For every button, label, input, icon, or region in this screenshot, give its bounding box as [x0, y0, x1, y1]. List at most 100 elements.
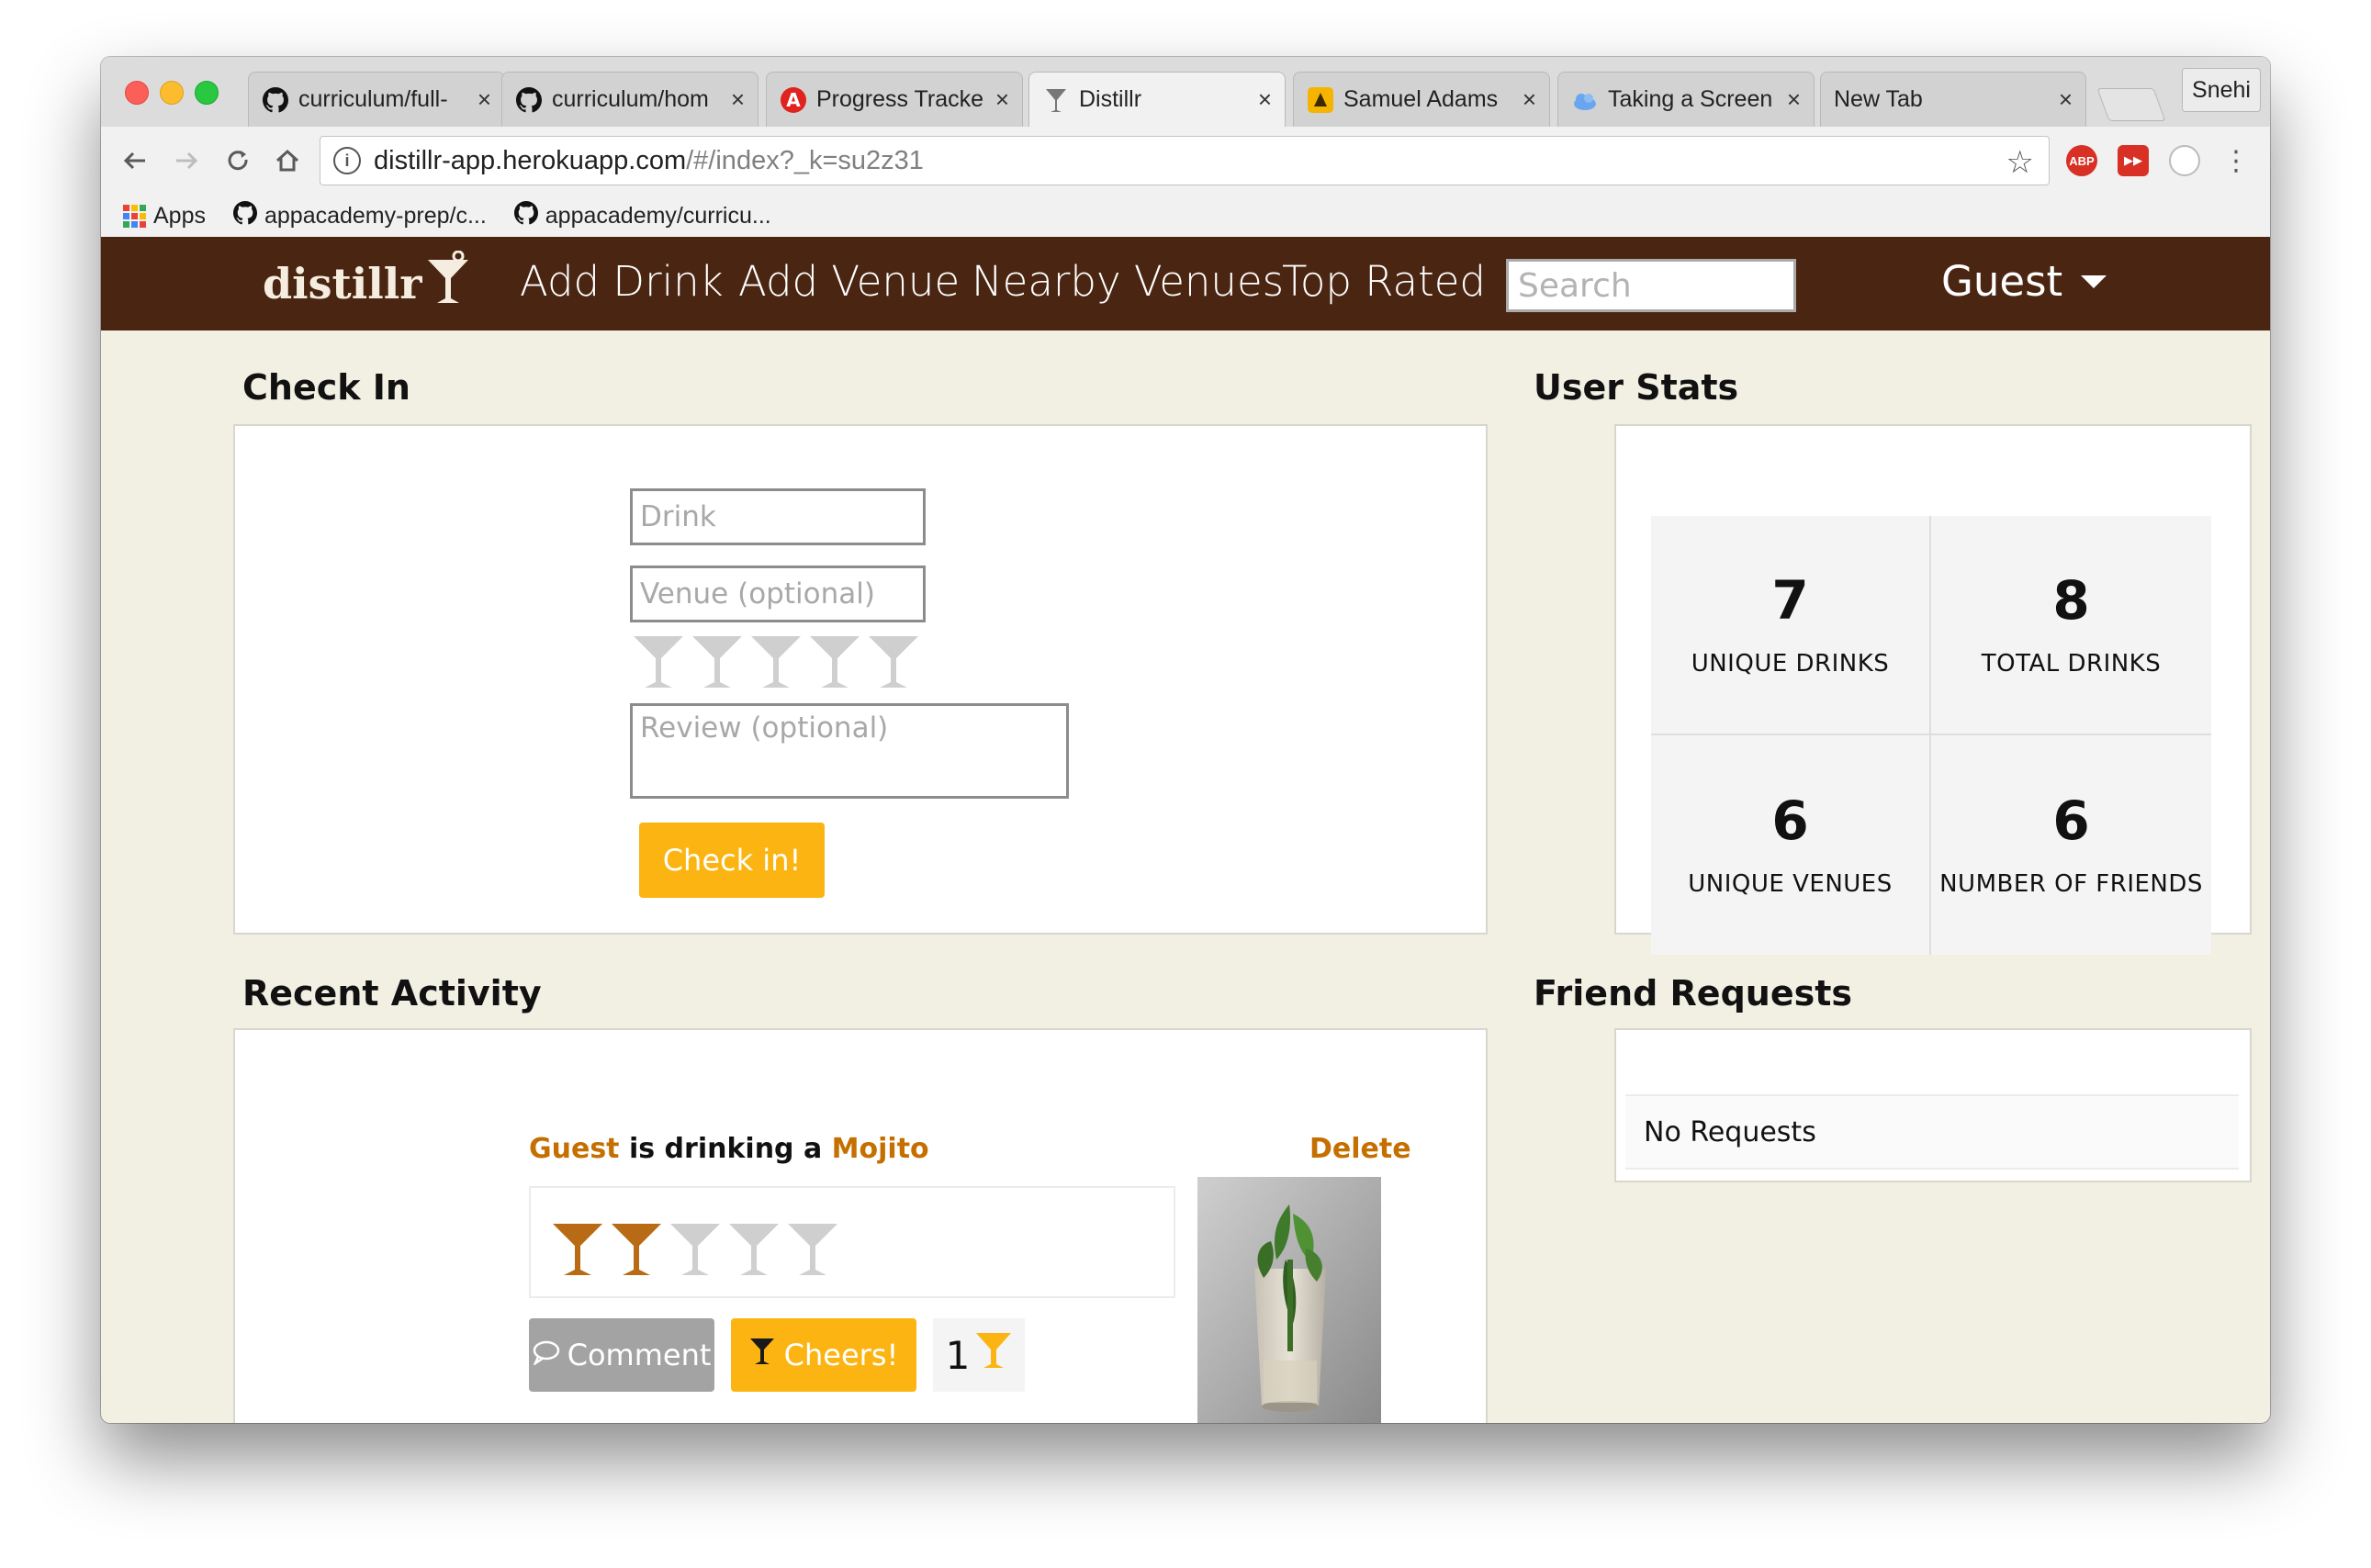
search-input[interactable] [1506, 259, 1796, 312]
comment-button[interactable]: Comment [529, 1318, 714, 1392]
close-window-button[interactable] [125, 81, 149, 105]
apps-grid-icon [123, 204, 146, 228]
martini-rating-icon[interactable] [632, 633, 685, 690]
checkin-rating[interactable] [632, 633, 920, 690]
tab-close-icon[interactable]: × [2059, 85, 2073, 114]
bookmark-apps[interactable]: Apps [123, 203, 206, 230]
bookmarks-bar: Apps appacademy-prep/c... appacademy/cur… [101, 195, 2270, 237]
extension-icon[interactable] [2169, 145, 2200, 176]
menu-kebab-icon[interactable]: ⋮ [2219, 143, 2253, 178]
bookmark-label: Apps [153, 202, 206, 229]
friend-requests-empty: No Requests [1625, 1094, 2239, 1170]
tab-label: New Tab [1834, 86, 1923, 112]
tab-close-icon[interactable]: × [731, 85, 745, 114]
review-textarea[interactable] [630, 703, 1069, 799]
yelp-icon [1307, 86, 1334, 114]
bookmark-item[interactable]: appacademy/curricu... [513, 200, 771, 231]
user-menu-label: Guest [1941, 257, 2063, 306]
reload-icon[interactable] [220, 143, 255, 178]
browser-tab[interactable]: Samuel Adams × [1293, 72, 1550, 127]
zoom-window-button[interactable] [195, 81, 219, 105]
stats-grid: 7 UNIQUE DRINKS 8 TOTAL DRINKS 6 UNIQUE … [1651, 516, 2211, 955]
user-menu[interactable]: Guest [1941, 257, 2107, 306]
martini-rating-icon [610, 1221, 663, 1278]
martini-icon [975, 1330, 1012, 1380]
info-icon[interactable]: i [333, 147, 361, 174]
minimize-window-button[interactable] [160, 81, 184, 105]
stat-label: TOTAL DRINKS [1981, 650, 2162, 678]
tab-label: Samuel Adams [1343, 86, 1499, 112]
adblock-icon[interactable]: ABP [2066, 145, 2097, 176]
martini-rating-icon[interactable] [867, 633, 920, 690]
github-icon [262, 86, 289, 114]
venue-input[interactable] [630, 566, 926, 622]
user-stats-title: User Stats [1534, 367, 1739, 408]
drink-input[interactable] [630, 488, 926, 545]
browser-tab-active[interactable]: Distillr × [1028, 72, 1286, 127]
tab-close-icon[interactable]: × [1258, 85, 1272, 114]
url-host: distillr-app.herokuapp.com [374, 145, 687, 175]
new-tab-button[interactable] [2096, 88, 2166, 121]
site-header: distillr Add Drink Add Venue Nearby Venu… [101, 237, 2270, 330]
activity-item-headline: Guest is drinking a Mojito [529, 1133, 929, 1165]
drink-photo[interactable] [1197, 1177, 1381, 1423]
cloud-icon [1571, 86, 1599, 114]
cheers-count-value: 1 [945, 1332, 971, 1378]
logo-text: distillr [263, 259, 422, 308]
browser-tab[interactable]: curriculum/hom × [501, 72, 758, 127]
bookmark-star-icon[interactable]: ☆ [2006, 144, 2034, 181]
browser-tab[interactable]: A Progress Tracke × [766, 72, 1023, 127]
delete-activity-link[interactable]: Delete [1309, 1133, 1411, 1165]
video-extension-icon[interactable]: ▶▶ [2118, 145, 2149, 176]
url-path: /#/index?_k=su2z31 [686, 145, 924, 175]
github-icon [232, 200, 257, 231]
forward-arrow-icon[interactable] [169, 143, 204, 178]
tab-close-icon[interactable]: × [478, 85, 491, 114]
back-arrow-icon[interactable] [118, 143, 152, 178]
stat-number-of-friends: 6 NUMBER OF FRIENDS [1931, 735, 2211, 955]
friend-requests-title: Friend Requests [1534, 973, 1853, 1014]
address-bar[interactable]: i distillr-app.herokuapp.com/#/index?_k=… [320, 136, 2050, 185]
browser-tab[interactable]: Taking a Screen × [1557, 72, 1815, 127]
angular-icon: A [780, 86, 807, 114]
cheers-button[interactable]: Cheers! [731, 1318, 916, 1392]
stat-value: 8 [2052, 568, 2090, 632]
tab-close-icon[interactable]: × [995, 85, 1009, 114]
martini-rating-icon[interactable] [808, 633, 861, 690]
tab-label: Taking a Screen [1608, 86, 1773, 112]
stat-label: UNIQUE DRINKS [1691, 650, 1890, 678]
stat-total-drinks: 8 TOTAL DRINKS [1931, 516, 2211, 735]
martini-rating-icon [551, 1221, 604, 1278]
github-icon [513, 200, 538, 231]
stat-label: UNIQUE VENUES [1688, 870, 1893, 899]
nav-nearby-venues[interactable]: Nearby Venues [972, 257, 1284, 306]
check-in-button[interactable]: Check in! [639, 823, 825, 898]
browser-tab[interactable]: New Tab × [1820, 72, 2086, 127]
martini-rating-icon [727, 1221, 781, 1278]
github-icon [515, 86, 543, 114]
stat-unique-drinks: 7 UNIQUE DRINKS [1651, 516, 1931, 735]
distillr-logo[interactable]: distillr [263, 250, 471, 314]
caret-down-icon [2081, 274, 2107, 288]
browser-tab[interactable]: curriculum/full- × [248, 72, 505, 127]
martini-rating-icon[interactable] [749, 633, 803, 690]
nav-add-drink[interactable]: Add Drink [520, 257, 724, 306]
nav-top-rated[interactable]: Top Rated [1282, 257, 1486, 306]
stat-value: 6 [1771, 789, 1809, 852]
martini-icon [425, 250, 471, 318]
tab-close-icon[interactable]: × [1787, 85, 1801, 114]
martini-icon [1042, 86, 1070, 114]
home-icon[interactable] [270, 143, 305, 178]
stat-value: 6 [2052, 789, 2090, 852]
martini-rating-icon[interactable] [691, 633, 744, 690]
activity-drink-link[interactable]: Mojito [832, 1133, 929, 1165]
bookmark-item[interactable]: appacademy-prep/c... [232, 200, 487, 231]
profile-button[interactable]: Snehi [2182, 68, 2261, 112]
recent-activity-title: Recent Activity [242, 973, 542, 1014]
tab-close-icon[interactable]: × [1523, 85, 1536, 114]
activity-rating-box [529, 1186, 1175, 1298]
activity-user-link[interactable]: Guest [529, 1133, 620, 1165]
nav-add-venue[interactable]: Add Venue [738, 257, 960, 306]
browser-toolbar: i distillr-app.herokuapp.com/#/index?_k=… [101, 127, 2270, 195]
cheers-count: 1 [933, 1318, 1025, 1392]
